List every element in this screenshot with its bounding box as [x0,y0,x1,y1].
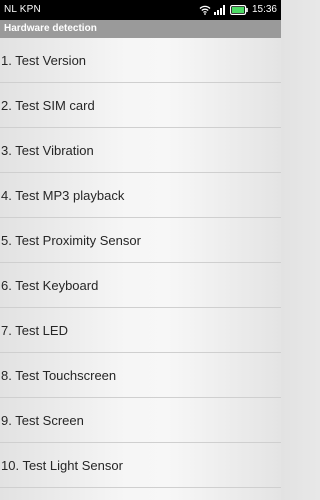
clock: 15:36 [251,4,277,15]
list-item-label: 6. Test Keyboard [1,277,99,293]
list-item-label: 4. Test MP3 playback [1,187,125,203]
list-item-label: 1. Test Version [1,52,87,68]
status-icons: 15:36 [199,0,277,20]
page-title: Hardware detection [4,23,97,34]
list-item-label: 10. Test Light Sensor [1,457,123,473]
signal-icon [213,5,226,15]
list-item-test-vibration[interactable]: 3. Test Vibration [0,128,281,173]
list-item-test-touchscreen[interactable]: 8. Test Touchscreen [0,353,281,398]
list-item-label: 7. Test LED [1,322,68,338]
list-item-test-led[interactable]: 7. Test LED [0,308,281,353]
battery-icon [229,5,248,15]
list-item-test-sim-card[interactable]: 2. Test SIM card [0,83,281,128]
list-item-label: 3. Test Vibration [1,142,94,158]
title-bar: Hardware detection [0,20,281,38]
carrier-name: NL KPN [4,4,41,15]
test-list: 1. Test Version 2. Test SIM card 3. Test… [0,38,281,488]
wifi-icon [199,5,211,15]
list-item-test-light-sensor[interactable]: 10. Test Light Sensor [0,443,281,488]
list-item-test-screen[interactable]: 9. Test Screen [0,398,281,443]
list-item-label: 8. Test Touchscreen [1,367,117,383]
status-bar: NL KPN 15:36 [0,0,281,20]
list-item-label: 9. Test Screen [1,412,84,428]
list-item-test-mp3-playback[interactable]: 4. Test MP3 playback [0,173,281,218]
list-item-test-keyboard[interactable]: 6. Test Keyboard [0,263,281,308]
list-item-test-proximity-sensor[interactable]: 5. Test Proximity Sensor [0,218,281,263]
list-item-label: 2. Test SIM card [1,97,95,113]
list-item-label: 5. Test Proximity Sensor [1,232,141,248]
list-item-test-version[interactable]: 1. Test Version [0,38,281,83]
